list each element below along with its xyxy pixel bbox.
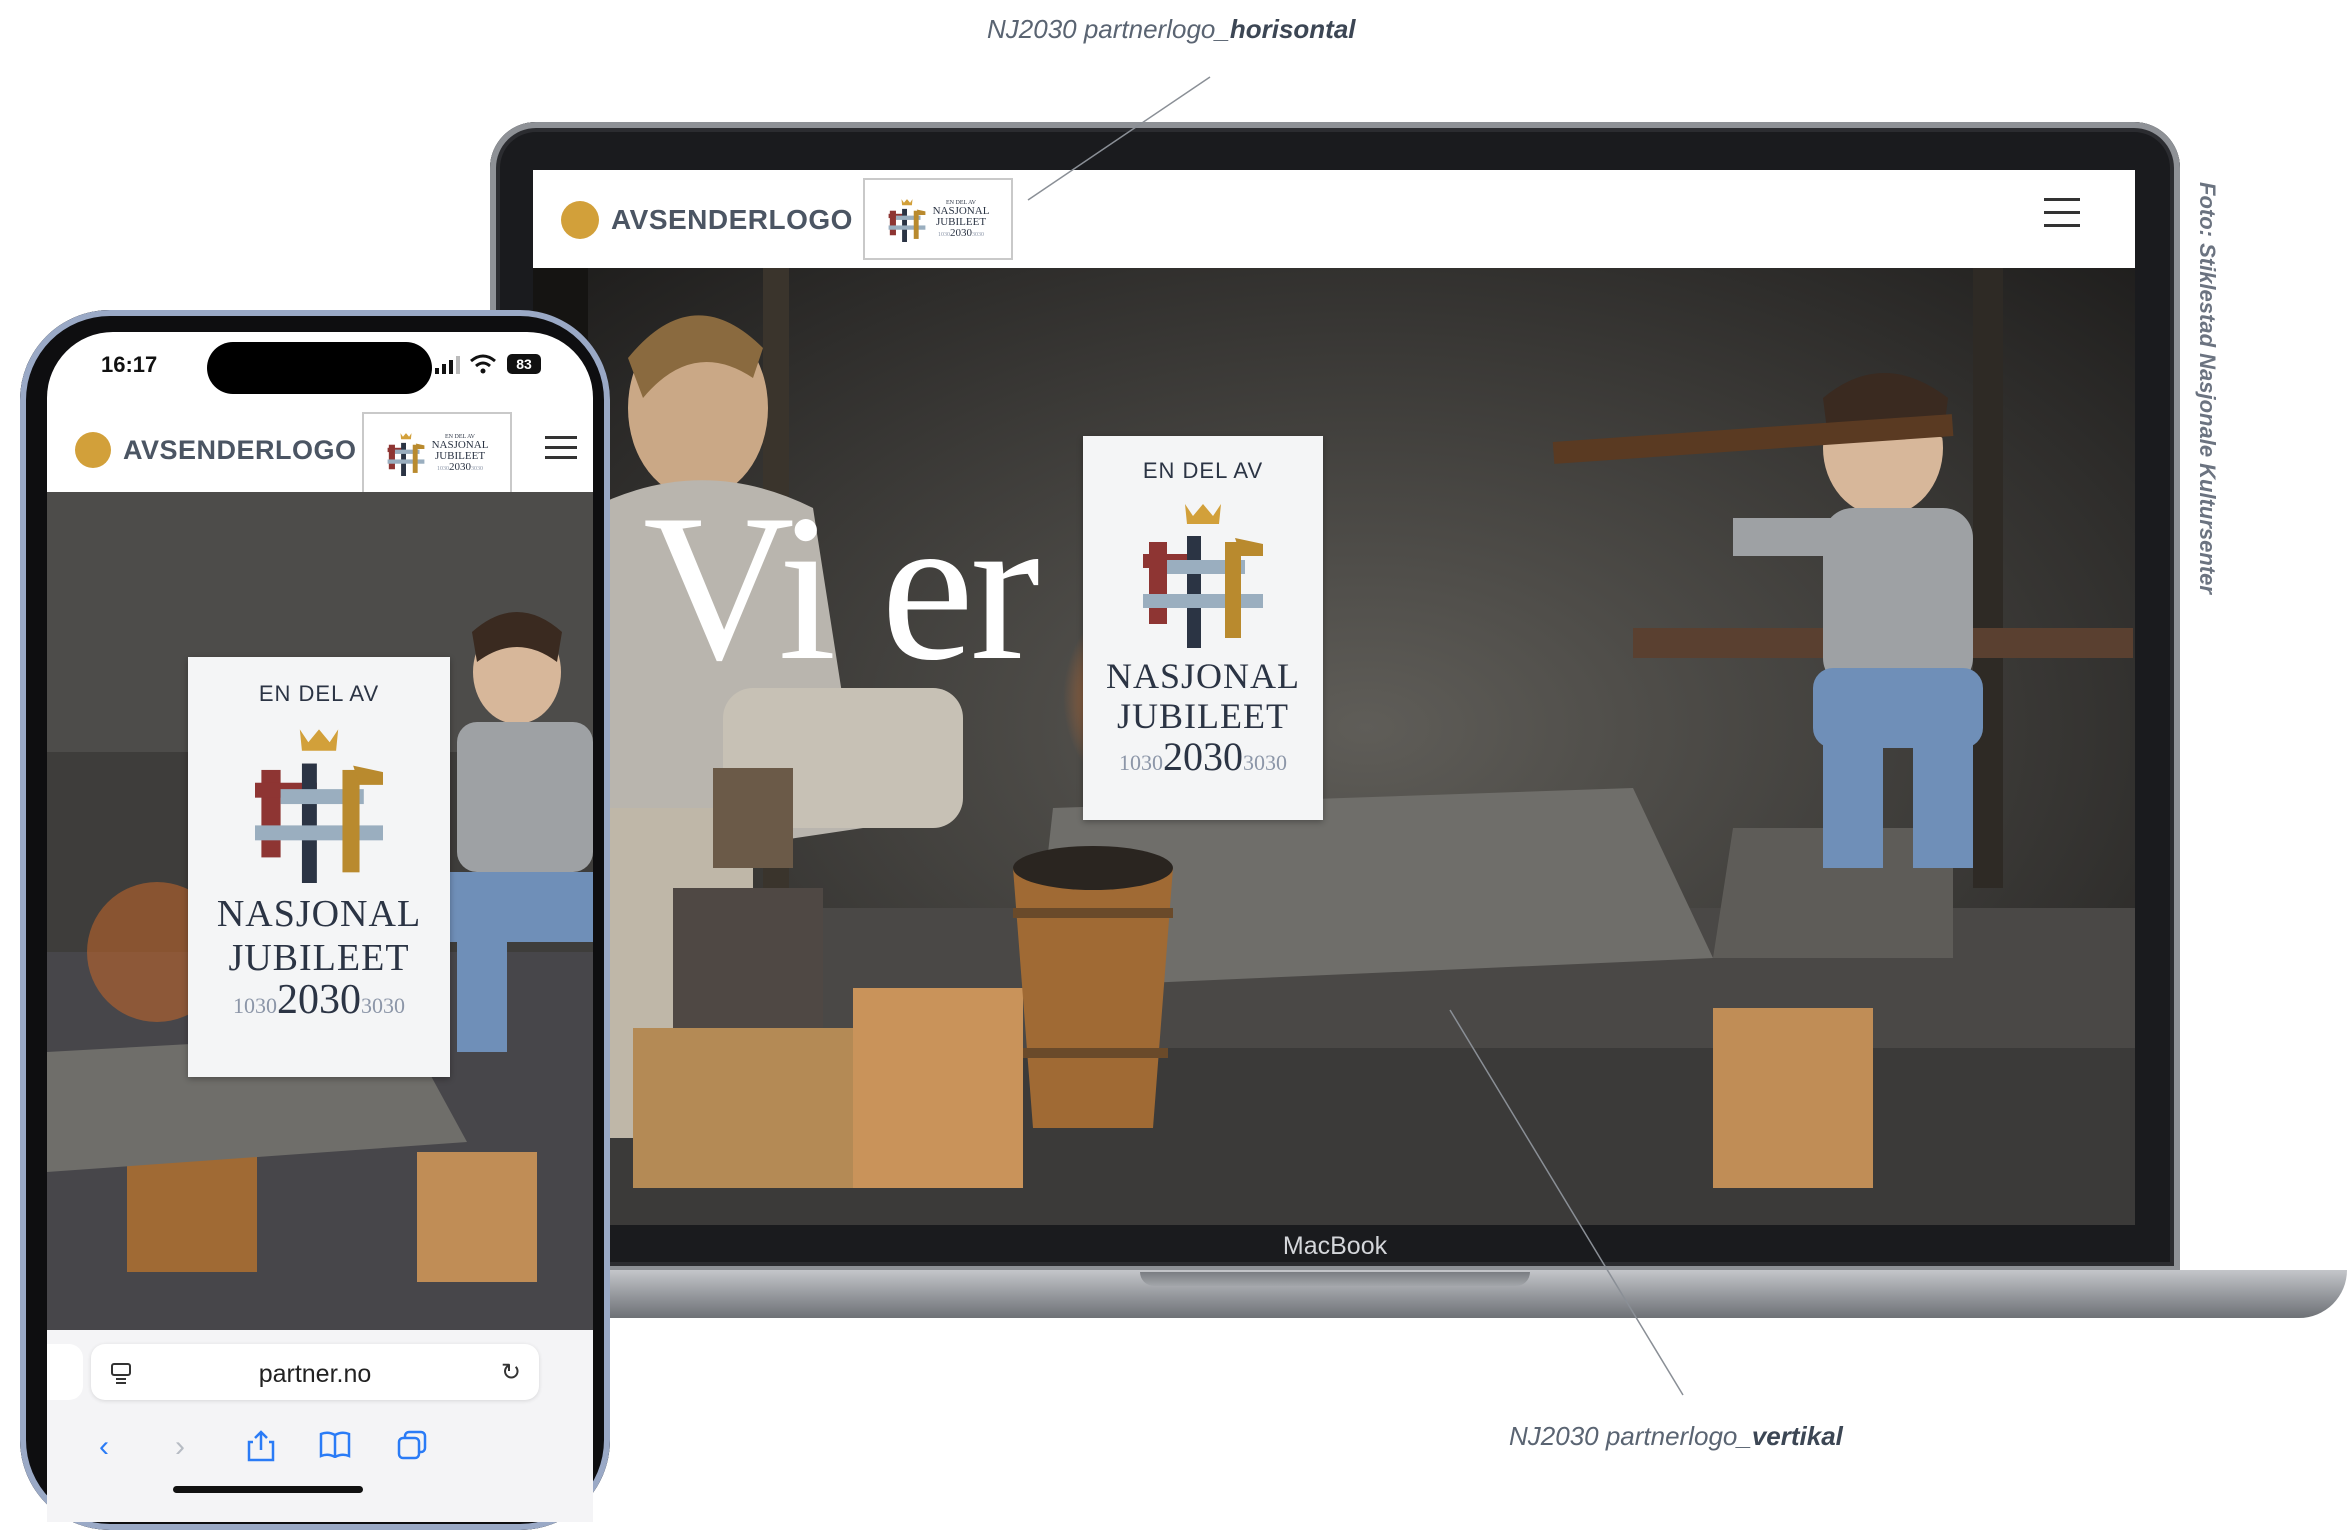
logo-year-main: 2030 — [1163, 734, 1243, 780]
mini-logo-year-left: 1030 — [437, 465, 449, 472]
nj2030-emblem-icon — [255, 729, 383, 883]
nj2030-horizontal-logo[interactable]: EN DEL AV NASJONAL JUBILEET 103020303030 — [362, 412, 512, 494]
mini-logo-wordmark: EN DEL AV NASJONAL JUBILEET 103020303030 — [933, 200, 990, 239]
hamburger-menu-icon[interactable] — [545, 436, 577, 466]
dynamic-island — [207, 342, 432, 394]
annotation-horizontal-logo: NJ2030 partnerlogo_horisontal — [987, 14, 1356, 45]
back-icon[interactable]: ‹ — [99, 1430, 109, 1464]
annotation-bold: horisontal — [1229, 14, 1356, 44]
forward-icon[interactable]: › — [175, 1430, 185, 1464]
share-icon[interactable] — [247, 1430, 275, 1462]
mini-logo-line1: NASJONAL — [932, 204, 990, 217]
home-indicator — [173, 1486, 363, 1493]
bookmarks-icon[interactable] — [319, 1430, 351, 1458]
mini-logo-year: 2030 — [950, 226, 972, 239]
nj2030-vertical-logo: EN DEL AV NASJONAL JUBILEET 103020303030 — [1083, 436, 1323, 820]
hero-photo: Vi er EN DEL AV NASJONAL JUBILEET 103020… — [533, 268, 2135, 1225]
battery-icon: 83 — [507, 354, 541, 374]
logo-year-right: 3030 — [361, 993, 405, 1019]
nj2030-vertical-logo: EN DEL AV NASJONAL JUBILEET 103020303030 — [188, 657, 450, 1077]
status-time: 16:17 — [101, 352, 158, 377]
sender-logo-text: AVSENDERLOGO — [123, 434, 357, 465]
mini-logo-year-left: 1030 — [938, 231, 950, 238]
sender-logo-text: AVSENDERLOGO — [611, 204, 853, 235]
logo-card-years: 103020303030 — [1083, 733, 1323, 780]
logo-card-line1: NASJONAL — [1105, 656, 1300, 696]
photo-credit: Foto: Stiklestad Nasjonale Kultursenter — [2195, 182, 2220, 594]
site-header: AVSENDERLOGO EN DEL AV NASJONAL JUBILEET… — [533, 170, 2135, 268]
logo-card-line2: JUBILEET — [228, 937, 410, 980]
wifi-icon — [470, 354, 496, 374]
mini-logo-year: 2030 — [449, 460, 471, 473]
logo-year-right: 3030 — [1243, 750, 1287, 776]
phone-status-bar: 16:17 83 — [47, 332, 593, 400]
logo-card-line2: JUBILEET — [1117, 696, 1289, 737]
laptop-hinge-groove — [1140, 1272, 1530, 1286]
annotation-prefix: NJ2030 partnerlogo_ — [1509, 1421, 1752, 1451]
address-bar[interactable]: partner.no ↻ — [91, 1344, 539, 1400]
blacksmith-scene-photo — [533, 268, 2135, 1225]
sender-logo-dot — [75, 432, 111, 468]
hamburger-menu-icon[interactable] — [2044, 198, 2080, 237]
annotation-vertical-logo: NJ2030 partnerlogo_vertikal — [1509, 1421, 1843, 1452]
reload-icon[interactable]: ↻ — [501, 1358, 521, 1387]
hero-headline: Vi er — [643, 472, 1040, 704]
url-text: partner.no — [258, 1360, 372, 1388]
tabs-icon[interactable] — [397, 1430, 427, 1460]
laptop-screen: AVSENDERLOGO EN DEL AV NASJONAL JUBILEET… — [533, 170, 2135, 1225]
logo-card-top: EN DEL AV — [1142, 458, 1264, 483]
annotation-prefix: NJ2030 partnerlogo_ — [987, 14, 1230, 44]
logo-card-years: 103020303030 — [188, 976, 450, 1024]
nj2030-horizontal-logo[interactable]: EN DEL AV NASJONAL JUBILEET 103020303030 — [863, 178, 1013, 260]
site-header: AVSENDERLOGO EN DEL AV NASJONAL JUBILEET… — [47, 400, 593, 494]
sender-logo-dot — [561, 201, 599, 239]
adjacent-tab-peek[interactable] — [47, 1344, 83, 1400]
hero-photo: EN DEL AV NASJONAL JUBILEET 103020303030 — [47, 492, 593, 1330]
phone-screen: 16:17 83 AVSENDERLOGO EN DEL AV NASJONAL… — [47, 332, 593, 1522]
logo-card-top: EN DEL AV — [258, 681, 380, 706]
logo-year-main: 2030 — [277, 977, 361, 1024]
nj2030-emblem-icon — [888, 199, 925, 242]
nj2030-emblem-icon — [1143, 504, 1263, 648]
cellular-signal-icon — [435, 356, 460, 374]
logo-year-left: 1030 — [1119, 750, 1163, 776]
logo-year-left: 1030 — [233, 993, 277, 1019]
laptop-brand-label: MacBook — [1282, 1232, 1388, 1260]
mini-logo-year-right: 3030 — [471, 465, 483, 472]
sender-logo[interactable]: AVSENDERLOGO — [75, 432, 357, 468]
logo-card-line1: NASJONAL — [216, 893, 422, 935]
mini-logo-year-right: 3030 — [972, 231, 984, 238]
annotation-bold: vertikal — [1751, 1421, 1843, 1451]
safari-bottom-bar: partner.no ↻ ‹ › — [47, 1330, 593, 1522]
mini-logo-line1: NASJONAL — [431, 438, 489, 451]
sender-logo[interactable]: AVSENDERLOGO — [561, 201, 853, 239]
nj2030-emblem-icon — [387, 433, 424, 476]
mini-logo-wordmark: EN DEL AV NASJONAL JUBILEET 103020303030 — [432, 434, 489, 473]
